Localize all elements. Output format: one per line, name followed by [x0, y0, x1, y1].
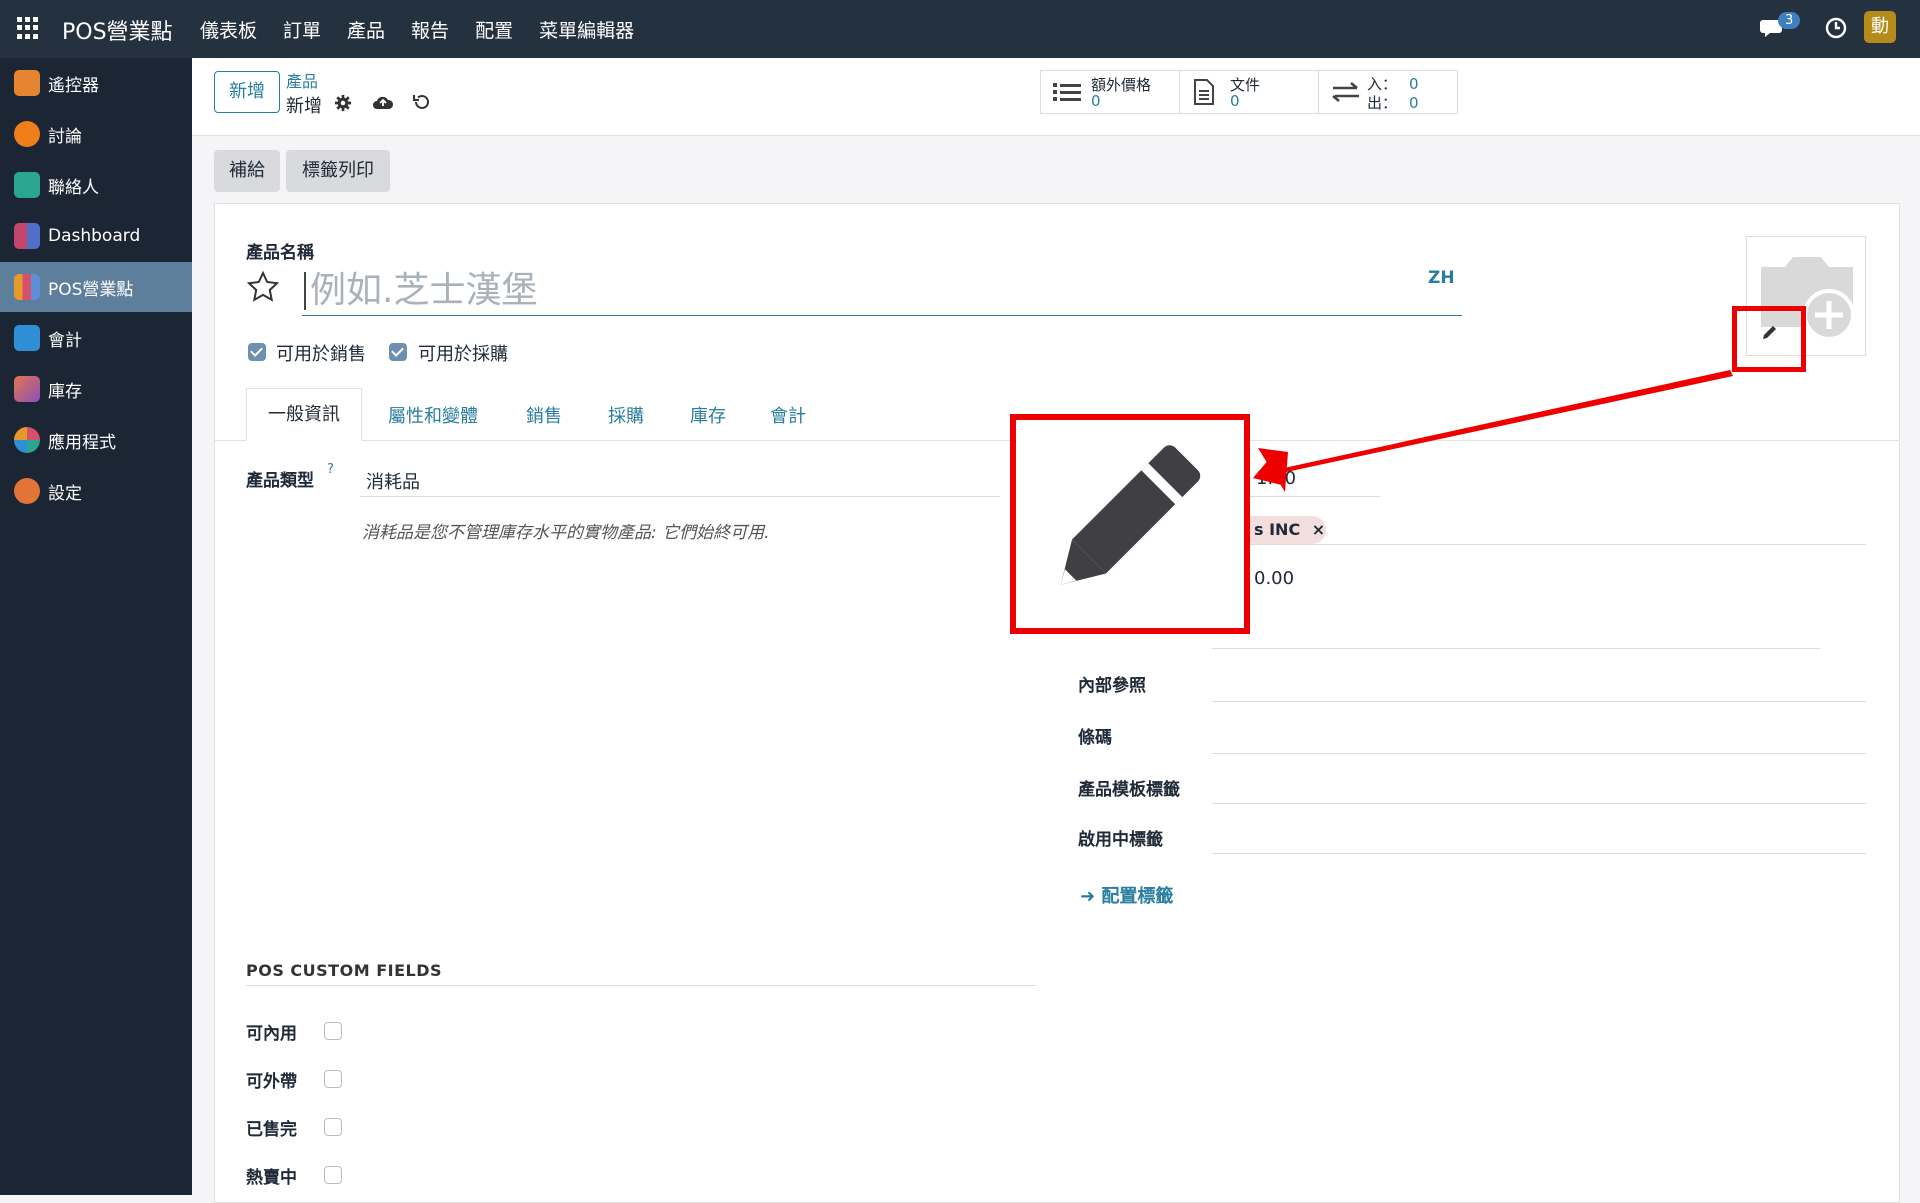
zoomed-pencil-icon — [1060, 445, 1201, 585]
callout-arrow — [1253, 370, 1733, 492]
zoomed-pencil-panel — [1010, 414, 1250, 634]
